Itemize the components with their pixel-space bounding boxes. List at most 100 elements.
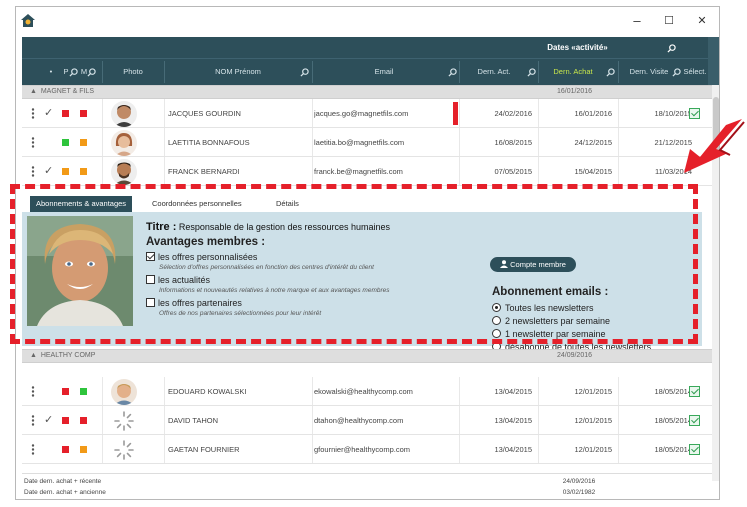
radio-selected[interactable] [492,303,501,312]
tab-details[interactable]: Détails [270,196,305,212]
select-checkbox[interactable] [689,415,700,426]
group-header-healthy-comp[interactable]: ▲ HEALTHY COMP 24/09/2016 [22,349,712,363]
drag-handle-icon[interactable] [30,108,36,119]
table-row[interactable]: ✓ FRANCK BERNARDI franck.be@magnetfils.c… [22,157,712,186]
avantage-option[interactable]: les offres partenaires [146,298,242,308]
avatar [111,379,137,405]
group-name: ▲ MAGNET & FILS [30,88,94,95]
checkbox-unchecked[interactable] [146,298,155,307]
status-flag-p [62,417,69,424]
radio-unselected[interactable] [492,316,501,325]
tab-coordonnees-personnelles[interactable]: Coordonnées personnelles [146,196,248,212]
avantage-label: les offres personnalisées [158,252,258,262]
contact-detail-panel: Abonnements & avantages Coordonnées pers… [22,194,702,352]
contact-email[interactable]: dtahon@healthycomp.com [314,406,454,435]
search-icon[interactable] [300,68,309,77]
newsletter-option[interactable]: Toutes les newsletters [492,303,594,313]
last-visit-date: 18/05/2014 [654,445,692,454]
last-purchase-date: 16/01/2016 [574,109,612,118]
photo-column-header[interactable]: Photo [104,59,162,85]
status-flag-p [62,168,69,175]
close-button[interactable]: ✕ [692,13,712,29]
row-separator [618,128,619,156]
select-column-header[interactable]: Sélect. [682,59,708,85]
row-separator [312,128,313,156]
row-separator [618,157,619,185]
table-row[interactable]: GAETAN FOURNIER gfournier@healthycomp.co… [22,435,712,464]
last-activity-date: 13/04/2015 [494,416,532,425]
status-flag-m [80,446,87,453]
search-icon[interactable] [69,68,78,77]
last-visit-date: 18/05/2014 [654,416,692,425]
last-visit-column-header[interactable]: Dern. Visite [620,59,678,85]
radio-unselected[interactable] [492,329,501,338]
user-icon [500,260,509,268]
drag-handle-icon[interactable] [30,415,36,426]
last-purchase-date: 24/12/2015 [574,138,612,147]
column-separator [164,61,165,83]
drag-handle-icon[interactable] [30,137,36,148]
row-separator [164,406,165,434]
table-row[interactable]: LAETITIA BONNAFOUS laetitia.bo@magnetfil… [22,128,712,157]
oldest-purchase-value: 03/02/1982 [562,489,596,496]
search-icon[interactable] [448,68,457,77]
contact-email[interactable]: gfournier@healthycomp.com [314,435,454,464]
search-icon[interactable] [672,68,681,77]
column-separator [618,61,619,83]
search-icon[interactable] [527,68,536,77]
row-separator [538,435,539,463]
search-icon[interactable] [606,68,615,77]
row-separator [164,157,165,185]
checkbox-unchecked[interactable] [146,275,155,284]
avantage-description: Informations et nouveautés relatives à n… [159,287,390,294]
annotation-arrow-icon [684,119,745,173]
checkbox-checked[interactable] [146,252,155,261]
avantage-option[interactable]: les actualités [146,275,210,285]
table-row[interactable]: ✓ JACQUES GOURDIN jacques.go@magnetfils.… [22,99,712,128]
compte-membre-button[interactable]: Compte membre [490,257,576,272]
tab-abonnements-avantages[interactable]: Abonnements & avantages [30,196,133,212]
last-purchase-date: 12/01/2015 [574,387,612,396]
row-separator [538,128,539,156]
search-icon[interactable] [667,44,676,53]
column-separator [312,61,313,83]
group-header-magnet-fils[interactable]: ▲ MAGNET & FILS 16/01/2016 [22,85,712,99]
row-separator [312,435,313,463]
last-activity-column-header[interactable]: Dern. Act. [461,59,527,85]
contact-email[interactable]: franck.be@magnetfils.com [314,157,454,186]
avantage-label: les actualités [158,275,211,285]
contact-email[interactable]: laetitia.bo@magnetfils.com [314,128,454,157]
search-icon[interactable] [87,68,96,77]
title-label: Titre : [146,221,177,233]
drag-handle-icon[interactable] [30,166,36,177]
app-window: – ☐ ✕ Dates «activité» • P M Photo NOM P… [15,6,720,500]
contact-email[interactable]: jacques.go@magnetfils.com [314,99,454,128]
last-purchase-column-header[interactable]: Dern. Achat [540,59,606,85]
row-separator [538,99,539,127]
avantages-title: Avantages membres : [146,236,266,248]
drag-handle-icon[interactable] [30,444,36,455]
select-checkbox[interactable] [689,444,700,455]
contact-name: LAETITIA BONNAFOUS [168,138,250,147]
newsletter-option[interactable]: 1 newsletter par semaine [492,329,606,339]
drag-column-header[interactable]: • [46,59,56,85]
avantage-option[interactable]: les offres personnalisées [146,252,257,262]
drag-handle-icon[interactable] [30,386,36,397]
table-row[interactable]: EDOUARD KOWALSKI ekowalski@healthycomp.c… [22,377,712,406]
status-flag-p [62,446,69,453]
newsletter-option[interactable]: 2 newsletters par semaine [492,316,610,326]
contact-email[interactable]: ekowalski@healthycomp.com [314,377,454,406]
group-name: ▲ HEALTHY COMP [30,352,96,359]
row-separator [164,435,165,463]
table-row[interactable]: ✓ DAVID TAHON dtahon@healthycomp.com 13/… [22,406,712,435]
name-column-header[interactable]: NOM Prénom [166,59,310,85]
status-flag-p [62,388,69,395]
last-activity-date: 13/04/2015 [494,445,532,454]
email-column-header[interactable]: Email [314,59,454,85]
row-separator [164,99,165,127]
row-separator [459,128,460,156]
maximize-button[interactable]: ☐ [659,13,679,29]
select-checkbox[interactable] [689,386,700,397]
row-separator [459,435,460,463]
minimize-button[interactable]: – [627,13,647,29]
